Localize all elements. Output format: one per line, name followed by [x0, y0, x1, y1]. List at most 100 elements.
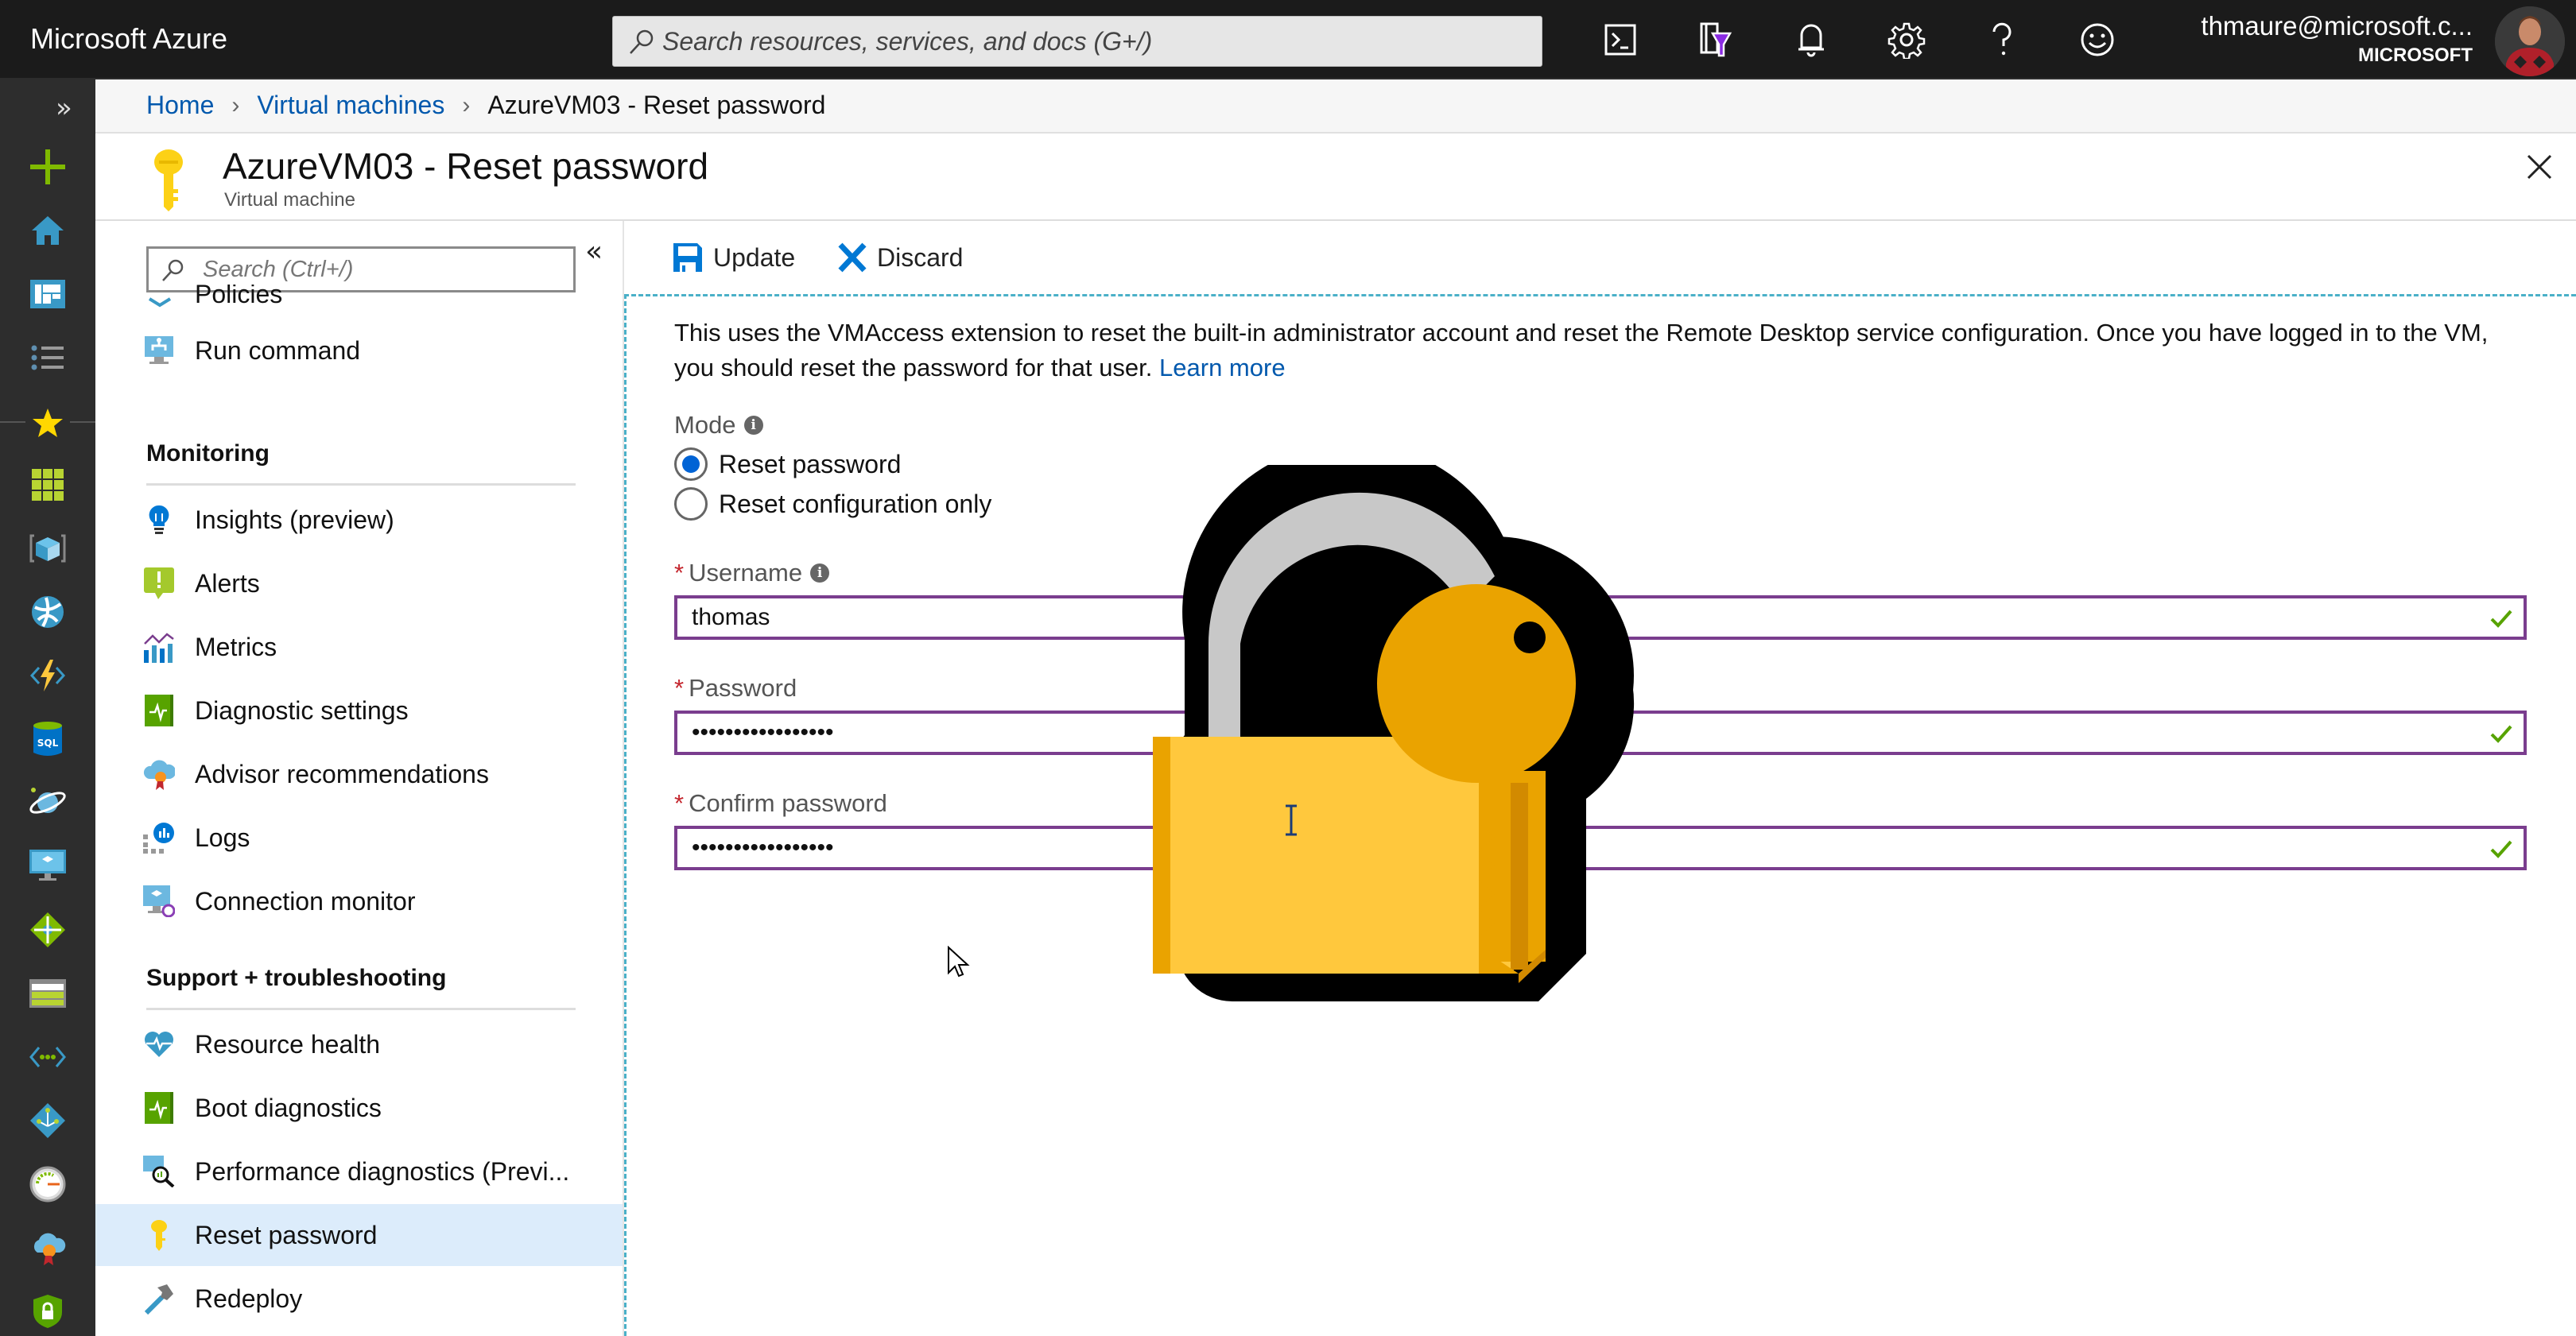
- diagnostic-settings-icon: [143, 695, 175, 726]
- rail-sql-databases[interactable]: SQL: [29, 720, 67, 758]
- rail-storage-accounts[interactable]: [29, 974, 67, 1013]
- feedback-icon: [2081, 23, 2114, 56]
- menu-item-policies[interactable]: Policies: [95, 285, 623, 316]
- mode-radio-reset-password[interactable]: Reset password: [674, 447, 901, 481]
- menu-group-support: Support + troubleshooting: [146, 965, 447, 991]
- insights-icon: [143, 504, 175, 536]
- radio-unselected[interactable]: [674, 487, 708, 521]
- rail-monitor[interactable]: [29, 1165, 67, 1203]
- directory-filter-button[interactable]: [1692, 16, 1740, 64]
- breadcrumb-virtual-machines[interactable]: Virtual machines: [257, 91, 444, 120]
- menu-item-alerts[interactable]: Alerts: [95, 552, 623, 614]
- breadcrumb-separator: ›: [462, 91, 471, 118]
- advisor-icon: [33, 1233, 66, 1265]
- expand-rail-button[interactable]: »: [56, 92, 72, 124]
- update-button[interactable]: Update: [672, 242, 795, 273]
- menu-item-label: Connection monitor: [195, 886, 416, 916]
- rail-resource-groups[interactable]: [29, 529, 67, 567]
- virtual-network-icon: [29, 1047, 66, 1067]
- menu-item-boot-diagnostics[interactable]: Boot diagnostics: [95, 1077, 623, 1139]
- directory-filter-icon: [1700, 22, 1732, 57]
- menu-item-resource-health[interactable]: Resource health: [95, 1013, 623, 1075]
- close-icon[interactable]: [2524, 151, 2555, 183]
- account-menu[interactable]: thmaure@microsoft.c... MICROSOFT: [2201, 11, 2473, 67]
- rail-function-apps[interactable]: [29, 656, 67, 695]
- update-label: Update: [713, 242, 796, 272]
- rail-dashboard[interactable]: [29, 275, 67, 313]
- feedback-button[interactable]: [2074, 16, 2121, 64]
- menu-item-logs[interactable]: Logs: [95, 807, 623, 869]
- menu-item-label: Boot diagnostics: [195, 1093, 382, 1122]
- radio-label: Reset configuration only: [719, 489, 992, 518]
- rail-favorites[interactable]: [29, 404, 67, 442]
- rail-load-balancers[interactable]: [29, 911, 67, 949]
- menu-item-redeploy[interactable]: Redeploy: [95, 1268, 623, 1330]
- required-marker: *: [674, 559, 685, 587]
- mouse-pointer-icon: [948, 946, 970, 978]
- avatar[interactable]: [2495, 6, 2565, 76]
- menu-item-label: Performance diagnostics (Previ...: [195, 1156, 570, 1186]
- menu-item-run-command[interactable]: Run command: [95, 319, 623, 381]
- notifications-button[interactable]: [1787, 16, 1835, 64]
- rail-create-resource[interactable]: [29, 148, 67, 186]
- resource-group-icon: [29, 534, 66, 563]
- search-icon: [162, 259, 184, 281]
- rail-all-resources[interactable]: [29, 466, 67, 504]
- menu-item-reset-password[interactable]: Reset password: [95, 1204, 623, 1266]
- global-search[interactable]: [612, 16, 1542, 67]
- mode-label-text: Mode: [674, 411, 736, 439]
- help-button[interactable]: [1978, 16, 2026, 64]
- notifications-icon: [1798, 24, 1824, 57]
- global-search-input[interactable]: [662, 17, 1529, 66]
- page-subtitle: Virtual machine: [224, 189, 355, 211]
- rail-app-services[interactable]: [29, 593, 67, 631]
- valid-check-icon: [2490, 610, 2512, 628]
- menu-item-insights[interactable]: Insights (preview): [95, 489, 623, 551]
- required-marker: *: [674, 674, 685, 702]
- rail-azure-active-directory[interactable]: [29, 1102, 67, 1140]
- grid-icon: [32, 469, 64, 501]
- rail-virtual-networks[interactable]: [29, 1038, 67, 1076]
- sql-database-icon: SQL: [33, 722, 62, 756]
- performance-diagnostics-icon: [143, 1156, 175, 1187]
- info-icon[interactable]: i: [743, 416, 763, 435]
- menu-item-connection-monitor[interactable]: Connection monitor: [95, 870, 623, 932]
- logs-icon: [143, 822, 175, 854]
- cloud-shell-button[interactable]: [1596, 16, 1644, 64]
- rail-cosmos-db[interactable]: [29, 784, 67, 822]
- settings-button[interactable]: [1883, 16, 1930, 64]
- menu-item-metrics[interactable]: Metrics: [95, 616, 623, 678]
- collapse-menu-button[interactable]: «: [585, 235, 603, 268]
- key-icon: [143, 1219, 175, 1251]
- password-label: * Password: [674, 674, 797, 703]
- load-balancer-icon: [30, 912, 65, 947]
- rail-advisor[interactable]: [29, 1229, 67, 1267]
- username-label-text: Username: [689, 559, 803, 587]
- menu-item-performance-diagnostics[interactable]: Performance diagnostics (Previ...: [95, 1140, 623, 1202]
- menu-item-diagnostic-settings[interactable]: Diagnostic settings: [95, 680, 623, 742]
- rail-virtual-machines[interactable]: [29, 847, 67, 885]
- breadcrumb-home[interactable]: Home: [146, 91, 214, 120]
- learn-more-link[interactable]: Learn more: [1159, 354, 1286, 381]
- rail-security-center[interactable]: [29, 1292, 67, 1330]
- top-bar: Microsoft Azure thmaure@microsoft.c... M…: [0, 0, 2576, 79]
- rail-all-services[interactable]: [29, 339, 67, 377]
- brand-title[interactable]: Microsoft Azure: [30, 22, 227, 56]
- policies-icon: [148, 297, 172, 308]
- star-icon: [33, 409, 63, 437]
- valid-check-icon: [2490, 725, 2512, 743]
- rail-home[interactable]: [29, 211, 67, 250]
- mode-radio-reset-configuration[interactable]: Reset configuration only: [674, 487, 991, 521]
- rail-divider: [0, 421, 25, 423]
- discard-button[interactable]: Discard: [837, 242, 963, 273]
- menu-item-label: Resource health: [195, 1029, 381, 1059]
- menu-item-advisor[interactable]: Advisor recommendations: [95, 743, 623, 805]
- home-icon: [32, 216, 64, 245]
- menu-item-label: Policies: [195, 285, 283, 308]
- menu-group-monitoring: Monitoring: [146, 440, 270, 467]
- lock-with-key-illustration: [1153, 465, 1635, 1001]
- radio-selected[interactable]: [674, 447, 708, 481]
- boot-diagnostics-icon: [143, 1092, 175, 1124]
- menu-item-label: Run command: [195, 335, 361, 365]
- info-icon[interactable]: i: [810, 563, 830, 583]
